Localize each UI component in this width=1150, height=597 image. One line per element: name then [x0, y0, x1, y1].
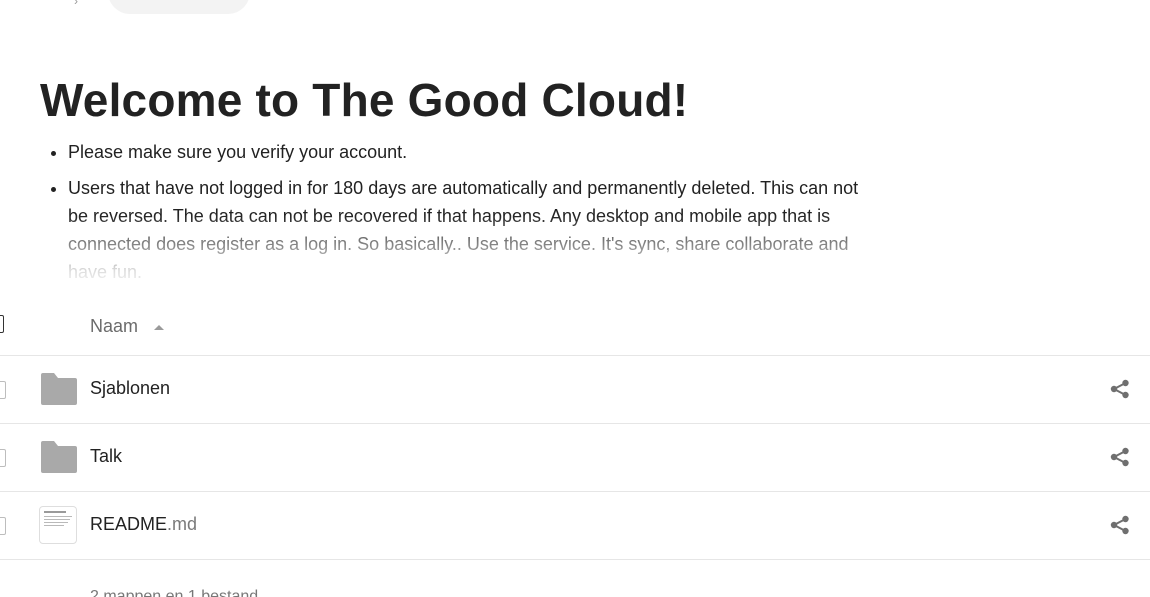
breadcrumb-new-button[interactable]: [108, 0, 250, 14]
summary-text: 2 mappen en 1 bestand: [90, 588, 259, 597]
share-icon[interactable]: [1110, 447, 1130, 467]
rich-workspace[interactable]: Welcome to The Good Cloud! Please make s…: [40, 70, 880, 294]
file-name-link[interactable]: Talk: [90, 446, 122, 467]
sort-ascending-icon: [154, 325, 165, 330]
file-row[interactable]: Sjablonen: [0, 356, 1150, 424]
share-icon[interactable]: [1110, 379, 1130, 399]
workspace-title: Welcome to The Good Cloud!: [40, 74, 689, 126]
file-list-header: Naam: [0, 300, 1150, 356]
sort-by-name-button[interactable]: Naam: [90, 316, 165, 337]
breadcrumb-chevron-icon: ›: [74, 0, 78, 8]
document-thumbnail-icon: [39, 506, 77, 544]
folder-icon: [41, 373, 77, 405]
folder-icon: [41, 441, 77, 473]
file-basename: README: [90, 514, 168, 534]
file-list-summary: 2 mappen en 1 bestand: [0, 560, 1150, 597]
file-basename: Sjablonen: [90, 378, 171, 398]
name-column-label: Naam: [90, 316, 139, 336]
file-row[interactable]: README.md: [0, 492, 1150, 560]
row-checkbox[interactable]: [0, 517, 6, 535]
share-icon[interactable]: [1110, 515, 1130, 535]
row-checkbox[interactable]: [0, 381, 6, 399]
workspace-bullet: Please make sure you verify your account…: [68, 138, 880, 166]
file-row[interactable]: Talk: [0, 424, 1150, 492]
workspace-bullet: Users that have not logged in for 180 da…: [68, 174, 880, 286]
file-extension: .md: [167, 514, 198, 534]
files-app-page: › Welcome to The Good Cloud! Please make…: [0, 0, 1150, 597]
workspace-bullet-list: Please make sure you verify your account…: [40, 138, 880, 286]
select-all-checkbox[interactable]: [0, 315, 4, 333]
file-name-link[interactable]: Sjablonen: [90, 378, 170, 399]
row-checkbox[interactable]: [0, 449, 6, 467]
file-basename: Talk: [90, 446, 123, 466]
file-list: Naam Sjablonen Talk README.md 2 mappen e…: [0, 300, 1150, 597]
file-name-link[interactable]: README.md: [90, 514, 197, 535]
